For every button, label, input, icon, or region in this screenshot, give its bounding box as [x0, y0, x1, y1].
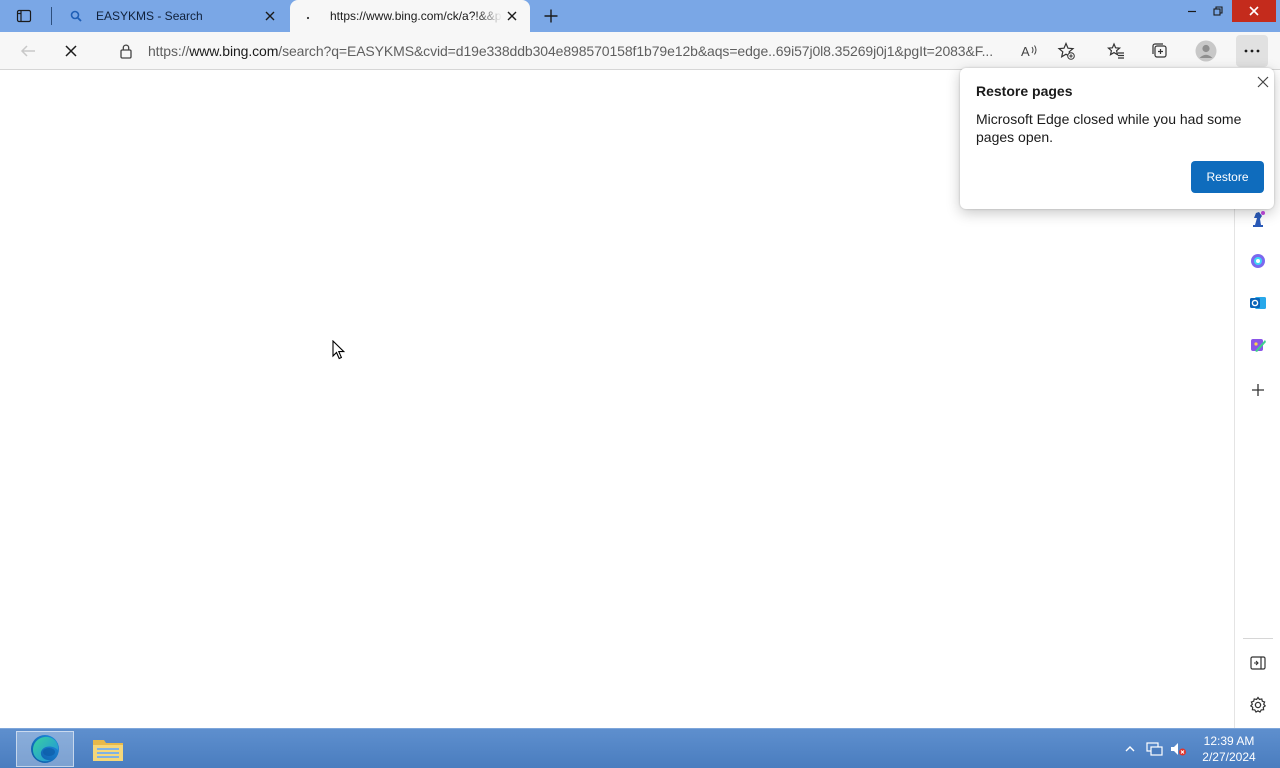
chevron-up-icon[interactable] — [1120, 737, 1140, 761]
more-icon[interactable] — [1236, 35, 1268, 67]
copilot-icon[interactable] — [1246, 249, 1270, 273]
chess-icon[interactable] — [1246, 207, 1270, 231]
address-bar[interactable]: https://www.bing.com/search?q=EASYKMS&cv… — [102, 37, 1018, 65]
sidebar-divider — [1243, 638, 1273, 639]
back-icon[interactable] — [12, 35, 44, 67]
profile-icon[interactable] — [1190, 35, 1222, 67]
add-favorite-icon[interactable] — [1050, 35, 1082, 67]
add-icon[interactable] — [1246, 378, 1270, 402]
popup-message: Microsoft Edge closed while you had some… — [976, 111, 1242, 145]
tab-bing-redirect[interactable]: https://www.bing.com/ck/a?!&&p= — [290, 0, 530, 32]
tab-actions-icon[interactable] — [8, 4, 40, 28]
close-icon[interactable] — [1254, 73, 1272, 91]
taskbar-clock[interactable]: 12:39 AM 2/27/2024 — [1194, 733, 1264, 765]
loading-icon — [302, 8, 318, 24]
collections-icon[interactable] — [1144, 35, 1176, 67]
volume-muted-icon[interactable] — [1168, 737, 1188, 761]
settings-icon[interactable] — [1246, 693, 1270, 717]
clock-date: 2/27/2024 — [1202, 750, 1256, 764]
tab-strip: EASYKMS - Search https://www.bing.com/ck… — [0, 0, 1280, 32]
tab-easykms-search[interactable]: EASYKMS - Search — [56, 0, 288, 32]
new-tab-icon[interactable] — [540, 4, 562, 28]
restore-button[interactable]: Restore — [1191, 161, 1264, 193]
navigation-toolbar: https://www.bing.com/search?q=EASYKMS&cv… — [0, 32, 1280, 70]
tab-title: EASYKMS - Search — [96, 9, 203, 23]
network-icon[interactable] — [1144, 737, 1164, 761]
mouse-cursor-icon — [332, 339, 346, 365]
lock-icon[interactable] — [112, 43, 140, 59]
url-prefix: https:// — [148, 43, 190, 59]
url-text: https://www.bing.com/search?q=EASYKMS&cv… — [148, 43, 993, 59]
stop-icon[interactable] — [55, 35, 87, 67]
read-aloud-icon[interactable]: A — [1013, 35, 1045, 67]
file-explorer-icon[interactable] — [79, 731, 137, 767]
popup-title: Restore pages — [976, 83, 1073, 99]
clock-time: 12:39 AM — [1203, 734, 1255, 748]
url-host: www.bing.com — [189, 43, 279, 59]
svg-text:A: A — [1021, 44, 1030, 59]
tab-divider — [51, 7, 52, 25]
search-icon — [68, 8, 84, 24]
url-path: /search?q=EASYKMS&cvid=d19e338ddb304e898… — [278, 43, 994, 59]
outlook-icon[interactable] — [1246, 291, 1270, 315]
window-close-icon[interactable] — [1232, 0, 1276, 22]
close-icon[interactable] — [502, 6, 522, 26]
close-icon[interactable] — [260, 6, 280, 26]
designer-icon[interactable] — [1246, 333, 1270, 357]
minimize-icon[interactable] — [1178, 0, 1206, 22]
taskbar: 12:39 AM 2/27/2024 — [0, 728, 1280, 768]
edge-icon[interactable] — [16, 731, 74, 767]
tab-title: https://www.bing.com/ck/a?!&&p= — [330, 9, 502, 23]
favorites-icon[interactable] — [1100, 35, 1132, 67]
hide-sidebar-icon[interactable] — [1246, 651, 1270, 675]
maximize-icon[interactable] — [1204, 0, 1232, 22]
restore-pages-popup: Restore pages Microsoft Edge closed whil… — [960, 68, 1274, 209]
